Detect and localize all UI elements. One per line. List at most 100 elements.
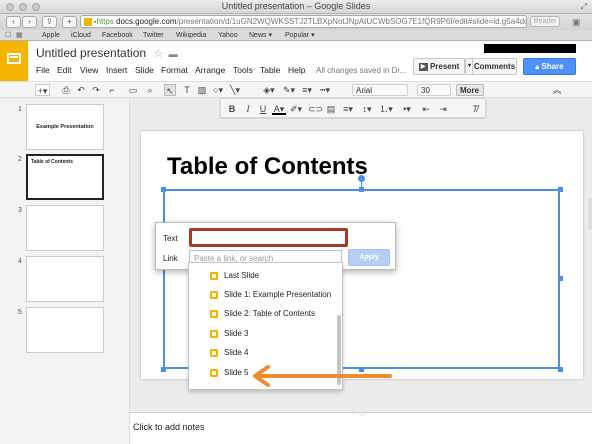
menu-edit[interactable]: Edit [57, 65, 72, 75]
reader-button[interactable]: Reader [530, 16, 560, 27]
star-icon[interactable]: ☆ [153, 48, 163, 60]
present-button[interactable]: ▶ Present [413, 58, 465, 75]
bookmark-apple[interactable]: Apple [42, 30, 60, 41]
notes-placeholder[interactable]: Click to add notes [133, 422, 205, 432]
back-button[interactable]: ‹ [6, 16, 21, 28]
undo-icon[interactable]: ↶ [75, 84, 87, 96]
annotation-arrow-icon [253, 365, 392, 387]
share-button[interactable]: 🔒︎ Share [523, 58, 576, 75]
text-color-button[interactable]: A▾ [272, 103, 286, 115]
menu-format[interactable]: Format [161, 65, 188, 75]
paint-format-icon[interactable]: ⌐ [106, 84, 118, 96]
numbered-list-icon[interactable]: ⒈▾ [379, 103, 393, 115]
browser-toolbar: ‹ › ⇪ + ▪https docs.google.com/presentat… [0, 14, 592, 30]
select-cursor-icon[interactable]: ↖ [164, 84, 176, 96]
bookmark-yahoo[interactable]: Yahoo [218, 30, 238, 41]
shape-icon[interactable]: ○▾ [211, 84, 225, 96]
speaker-notes[interactable]: ⋯ Click to add notes [130, 412, 592, 444]
link-icon[interactable]: ⊂⊃ [308, 103, 323, 115]
resize-handle[interactable] [359, 187, 364, 192]
menu-file[interactable]: File [36, 65, 50, 75]
slide-thumbnail-1[interactable]: Example Presentation [26, 104, 104, 150]
forward-button[interactable]: › [22, 16, 37, 28]
menu-view[interactable]: View [80, 65, 98, 75]
resize-handle[interactable] [161, 367, 166, 372]
notes-resize-handle[interactable]: ⋯ [359, 412, 365, 419]
slide-thumbnail-3[interactable] [26, 205, 104, 251]
redo-icon[interactable]: ↷ [90, 84, 102, 96]
resize-handle[interactable] [161, 187, 166, 192]
image-icon[interactable]: ▨ [196, 84, 208, 96]
textbox-icon[interactable]: T [181, 84, 193, 96]
collapse-toolbar-icon[interactable]: ︽ [551, 84, 563, 96]
link-option-slide-4[interactable]: Slide 4 [189, 344, 337, 363]
bookmark-popular[interactable]: Popular ▾ [285, 30, 315, 41]
document-title[interactable]: Untitled presentation ☆ ▬ [36, 46, 178, 60]
document-title-text[interactable]: Untitled presentation [36, 46, 146, 60]
link-option-slide-2[interactable]: Slide 2: Table of Contents [189, 305, 337, 324]
slide-thumbnail-2[interactable]: Table of Contents [26, 154, 104, 200]
increase-indent-icon[interactable]: ⇥ [437, 103, 449, 115]
border-color-icon[interactable]: ✎▾ [282, 84, 296, 96]
address-bar[interactable]: ▪https docs.google.com/presentation/d/1u… [80, 15, 527, 28]
menu-help[interactable]: Help [288, 65, 305, 75]
more-button[interactable]: More [456, 84, 484, 96]
slide-thumbnail-5[interactable] [26, 307, 104, 353]
text-input[interactable] [189, 228, 348, 247]
clear-formatting-icon[interactable]: T̸ [469, 103, 481, 115]
underline-button[interactable]: U [258, 103, 268, 115]
rotate-handle[interactable] [358, 175, 365, 182]
link-option-slide-1[interactable]: Slide 1: Example Presentation [189, 286, 337, 305]
resize-handle[interactable] [558, 276, 563, 281]
bold-button[interactable]: B [227, 103, 237, 115]
line-spacing-icon[interactable]: ↕▾ [360, 103, 374, 115]
save-status[interactable]: All changes saved in Dr... [316, 66, 406, 75]
slides-logo-icon[interactable] [0, 41, 28, 81]
slide-thumbnail-4[interactable] [26, 256, 104, 302]
resize-handle[interactable] [558, 187, 563, 192]
bulleted-list-icon[interactable]: •▾ [400, 103, 414, 115]
link-option-slide-3[interactable]: Slide 3 [189, 325, 337, 344]
bookmark-facebook[interactable]: Facebook [102, 30, 133, 41]
decrease-indent-icon[interactable]: ⇤ [420, 103, 432, 115]
menu-table[interactable]: Table [260, 65, 280, 75]
zoom-icon[interactable]: ⌕ [145, 84, 155, 96]
apply-button[interactable]: Apply [348, 249, 390, 266]
tabs-overview-icon[interactable]: ▣ [572, 17, 581, 28]
align-icon[interactable]: ≡▾ [341, 103, 355, 115]
highlight-color-button[interactable]: ✐▾ [289, 103, 303, 115]
comments-button[interactable]: Comments [472, 58, 517, 75]
top-sites-icon[interactable]: ▦ [16, 30, 23, 41]
menu-arrange[interactable]: Arrange [195, 65, 225, 75]
bookmark-icloud[interactable]: iCloud [71, 30, 91, 41]
fill-color-icon[interactable]: ◈▾ [262, 84, 276, 96]
folder-icon[interactable]: ▬ [169, 49, 178, 59]
line-icon[interactable]: ╲▾ [228, 84, 242, 96]
comment-icon[interactable]: ▤ [325, 103, 337, 115]
zoom-fit-icon[interactable]: ▭ [128, 84, 138, 96]
bookmarks-icon[interactable]: ☐ [5, 30, 11, 41]
font-family-select[interactable]: Arial [352, 84, 408, 96]
italic-button[interactable]: I [243, 103, 253, 115]
resize-handle[interactable] [558, 367, 563, 372]
font-size-select[interactable]: 30 [417, 84, 451, 96]
new-slide-button[interactable]: +▾ [35, 84, 50, 96]
border-dash-icon[interactable]: ┅▾ [318, 84, 332, 96]
canvas-scrollbar[interactable] [588, 199, 592, 229]
link-option-label: Slide 3 [224, 329, 249, 338]
menu-insert[interactable]: Insert [106, 65, 127, 75]
border-weight-icon[interactable]: ≡▾ [300, 84, 314, 96]
fullscreen-icon[interactable]: ⤢ [581, 2, 587, 12]
share-page-button[interactable]: ⇪ [42, 16, 57, 28]
slide-title[interactable]: Table of Contents [167, 153, 368, 181]
new-tab-button[interactable]: + [62, 16, 77, 28]
bookmark-twitter[interactable]: Twitter [143, 30, 164, 41]
print-icon[interactable]: ⎙ [60, 84, 72, 96]
bookmark-wikipedia[interactable]: Wikipedia [176, 30, 206, 41]
menu-tools[interactable]: Tools [233, 65, 253, 75]
bookmark-news[interactable]: News ▾ [249, 30, 272, 41]
link-option-last-slide[interactable]: Last Slide [189, 267, 337, 286]
app-header: Untitled presentation ☆ ▬ File Edit View… [0, 41, 592, 81]
link-option-label: Slide 2: Table of Contents [224, 309, 316, 318]
menu-slide[interactable]: Slide [135, 65, 154, 75]
